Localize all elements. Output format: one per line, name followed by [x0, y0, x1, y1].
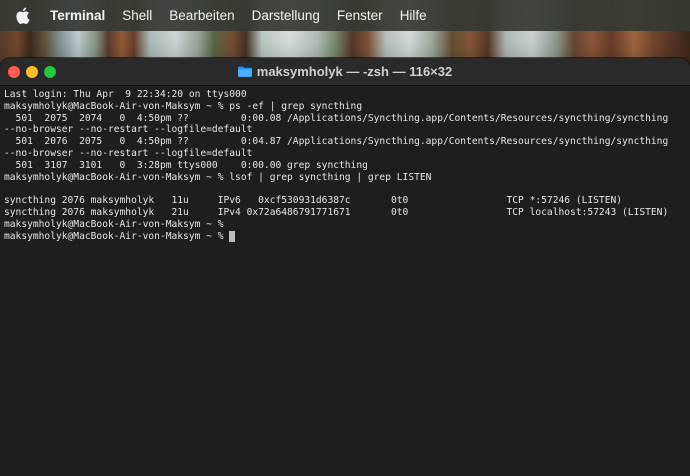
terminal-line: maksymholyk@MacBook-Air-von-Maksym ~ % p… — [4, 100, 363, 112]
minimize-window-button[interactable] — [26, 66, 38, 78]
menu-bar: Terminal Shell Bearbeiten Darstellung Fe… — [0, 0, 690, 31]
terminal-line: 501 2076 2075 0 4:50pm ?? 0:04.87 /Appli… — [4, 136, 669, 148]
terminal-prompt: maksymholyk@MacBook-Air-von-Maksym ~ % — [4, 230, 230, 242]
menu-bearbeiten[interactable]: Bearbeiten — [169, 8, 234, 23]
menu-app-name[interactable]: Terminal — [50, 8, 105, 23]
zoom-window-button[interactable] — [44, 66, 56, 78]
terminal-line: --no-browser --no-restart --logfile=defa… — [4, 147, 253, 159]
menu-fenster[interactable]: Fenster — [337, 8, 383, 23]
terminal-line: 501 3107 3101 0 3:28pm ttys000 0:00.00 g… — [4, 159, 368, 171]
window-title-group: maksymholyk — -zsh — 116×32 — [237, 64, 453, 79]
menu-darstellung[interactable]: Darstellung — [252, 8, 320, 23]
close-window-button[interactable] — [8, 66, 20, 78]
terminal-output[interactable]: Last login: Thu Apr 9 22:34:20 on ttys00… — [0, 86, 690, 242]
terminal-line: 501 2075 2074 0 4:50pm ?? 0:00.08 /Appli… — [4, 112, 669, 124]
menu-hilfe[interactable]: Hilfe — [400, 8, 427, 23]
terminal-window: maksymholyk — -zsh — 116×32 Last login: … — [0, 58, 690, 476]
folder-icon — [237, 66, 252, 77]
terminal-line: maksymholyk@MacBook-Air-von-Maksym ~ % — [4, 218, 224, 230]
window-title: maksymholyk — -zsh — 116×32 — [256, 64, 453, 79]
terminal-line: syncthing 2076 maksymholyk 11u IPv6 0xcf… — [4, 195, 623, 207]
terminal-line: maksymholyk@MacBook-Air-von-Maksym ~ % l… — [4, 171, 432, 183]
menu-shell[interactable]: Shell — [122, 8, 152, 23]
terminal-line: Last login: Thu Apr 9 22:34:20 on ttys00… — [4, 89, 247, 100]
text-cursor — [229, 230, 236, 242]
terminal-line: --no-browser --no-restart --logfile=defa… — [4, 124, 253, 136]
terminal-prompt-line[interactable]: maksymholyk@MacBook-Air-von-Maksym ~ % — [4, 230, 686, 243]
window-titlebar[interactable]: maksymholyk — -zsh — 116×32 — [0, 58, 690, 86]
apple-logo-icon[interactable] — [15, 7, 30, 24]
terminal-line: syncthing 2076 maksymholyk 21u IPv4 0x72… — [4, 206, 669, 218]
